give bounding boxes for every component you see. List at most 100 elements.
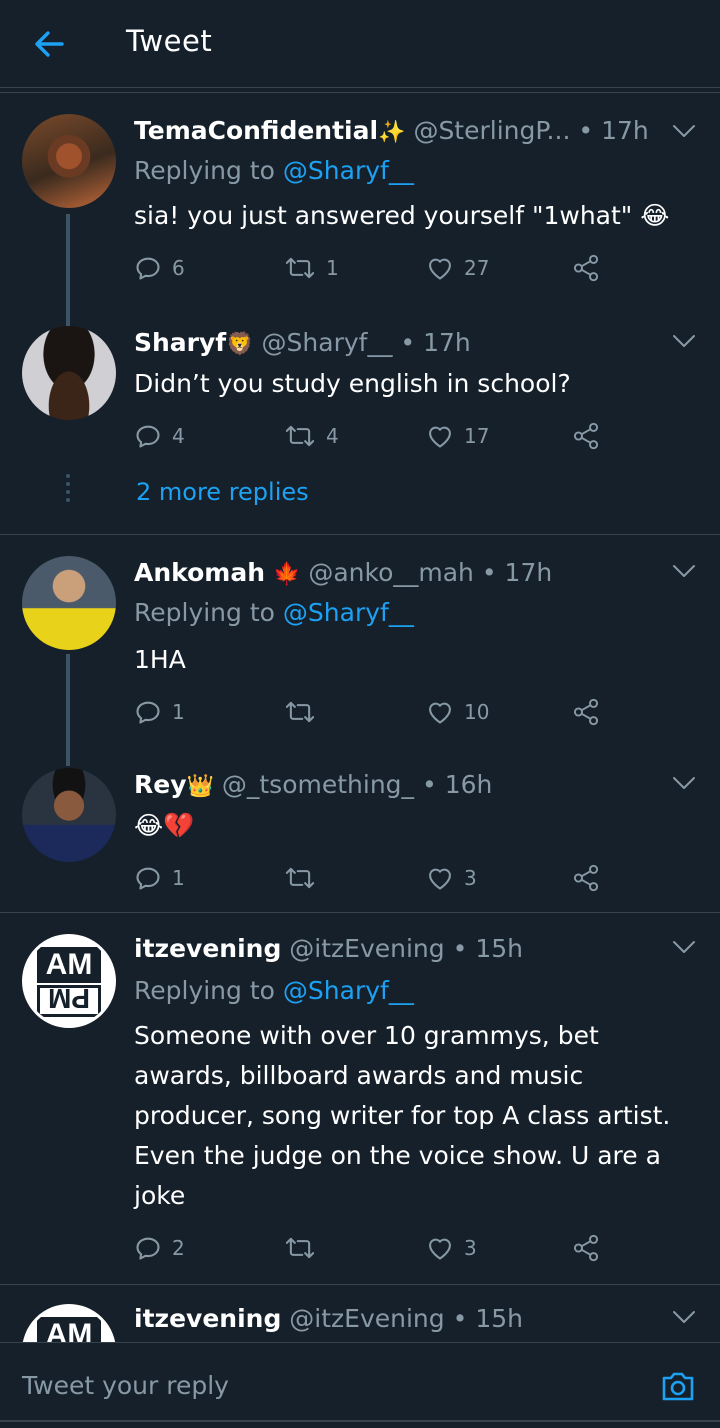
timestamp: 16h [444, 770, 493, 799]
avatar[interactable] [22, 556, 116, 650]
avatar[interactable]: AM [22, 1304, 116, 1342]
name-emoji: 🦁 [226, 332, 254, 357]
share-button[interactable] [572, 254, 600, 282]
like-button[interactable]: 27 [426, 254, 489, 282]
like-count: 3 [464, 866, 477, 890]
tweet-text: Someone with over 10 grammys, bet awards… [134, 1021, 671, 1210]
more-replies-link[interactable]: 2 more replies [136, 478, 309, 506]
chevron-down-icon[interactable] [672, 124, 696, 138]
chevron-down-icon[interactable] [672, 564, 696, 578]
like-button[interactable]: 10 [426, 698, 489, 726]
reply-icon [134, 698, 162, 726]
replying-prefix: Replying to [134, 598, 275, 627]
like-icon [426, 698, 454, 726]
user-handle[interactable]: @itzEvening [289, 934, 444, 963]
reply-button[interactable]: 6 [134, 254, 185, 282]
tweet-actions: 2 3 [134, 1234, 614, 1264]
user-handle[interactable]: @SterlingP... [413, 116, 570, 145]
share-button[interactable] [572, 1234, 600, 1262]
name-emoji: ✨ [378, 120, 406, 145]
chevron-down-icon[interactable] [672, 940, 696, 954]
avatar[interactable] [22, 768, 116, 862]
like-icon [426, 1234, 454, 1262]
timestamp: 15h [475, 934, 523, 963]
retweet-button[interactable] [284, 864, 326, 892]
like-button[interactable]: 17 [426, 422, 489, 450]
tweet-actions: 4 4 17 [134, 422, 614, 452]
tweet-header: Ankomah 🍁 @anko__mah • 17h [134, 558, 660, 587]
thread-line [66, 654, 70, 766]
retweet-button[interactable]: 1 [284, 254, 339, 282]
share-icon [572, 698, 600, 726]
chevron-down-icon[interactable] [672, 776, 696, 790]
camera-icon[interactable] [660, 1369, 696, 1403]
avatar[interactable]: AM PM [22, 934, 116, 1028]
user-handle[interactable]: @_tsomething_ [222, 770, 414, 799]
retweet-count: 1 [326, 256, 339, 280]
avatar[interactable] [22, 114, 116, 208]
reply-button[interactable]: 2 [134, 1234, 185, 1262]
name-emoji: 👑 [186, 774, 214, 799]
separator-dot: • [422, 770, 437, 799]
reply-icon [134, 422, 162, 450]
replying-to-link[interactable]: @Sharyf__ [283, 156, 414, 185]
tweet-item[interactable]: Sharyf🦁 @Sharyf__ • 17h Didn’t you study… [0, 316, 720, 466]
arrow-left-icon[interactable] [30, 24, 70, 64]
tweet-text: 1HA [134, 645, 186, 674]
retweet-button[interactable] [284, 1234, 326, 1262]
separator-dot: • [481, 558, 497, 587]
reply-button[interactable]: 1 [134, 698, 185, 726]
like-icon [426, 864, 454, 892]
reply-button[interactable]: 1 [134, 864, 185, 892]
retweet-icon [284, 1234, 316, 1262]
retweet-button[interactable] [284, 698, 326, 726]
tweet-text: 😂💔 [134, 811, 195, 840]
replying-prefix: Replying to [134, 156, 275, 185]
display-name[interactable]: Sharyf [134, 328, 226, 357]
display-name[interactable]: itzevening [134, 1304, 281, 1333]
replying-to-link[interactable]: @Sharyf__ [283, 976, 414, 1005]
tweet-item[interactable]: AM PM itzevening @itzEvening • 15h Reply… [0, 914, 720, 1282]
like-button[interactable]: 3 [426, 864, 477, 892]
avatar-logo-top: AM [37, 1317, 101, 1342]
divider [0, 534, 720, 535]
chevron-down-icon[interactable] [672, 334, 696, 348]
retweet-button[interactable]: 4 [284, 422, 339, 450]
display-name[interactable]: itzevening [134, 934, 281, 963]
display-name[interactable]: Ankomah [134, 558, 265, 587]
share-button[interactable] [572, 698, 600, 726]
tweet-item[interactable]: Ankomah 🍁 @anko__mah • 17h Replying to @… [0, 536, 720, 766]
display-name[interactable]: TemaConfidential [134, 116, 378, 145]
retweet-icon [284, 698, 316, 726]
reply-count: 2 [172, 1236, 185, 1260]
avatar-logo-bottom: PM [37, 983, 101, 1017]
divider [0, 1420, 720, 1422]
tweet-actions: 6 1 27 [134, 254, 614, 284]
replying-prefix: Replying to [134, 976, 275, 1005]
user-handle[interactable]: @itzEvening [289, 1304, 444, 1333]
tweet-item[interactable]: AM itzevening @itzEvening • 15h [0, 1286, 720, 1342]
reply-input[interactable]: Tweet your reply [22, 1371, 229, 1400]
share-button[interactable] [572, 864, 600, 892]
display-name[interactable]: Rey [134, 770, 187, 799]
reply-count: 6 [172, 256, 185, 280]
reply-composer[interactable]: Tweet your reply [0, 1342, 720, 1428]
share-icon [572, 422, 600, 450]
reply-button[interactable]: 4 [134, 422, 185, 450]
tweet-item[interactable]: TemaConfidential✨ @SterlingP... • 17h Re… [0, 96, 720, 334]
like-button[interactable]: 3 [426, 1234, 477, 1262]
tweet-header: Rey👑 @_tsomething_ • 16h [134, 770, 660, 799]
replying-to-link[interactable]: @Sharyf__ [283, 598, 414, 627]
retweet-icon [284, 254, 316, 282]
separator-dot: • [578, 116, 594, 145]
avatar[interactable] [22, 326, 116, 420]
chevron-down-icon[interactable] [672, 1310, 696, 1324]
tweet-text: sia! you just answered yourself "1what" … [134, 201, 670, 230]
replying-to: Replying to @Sharyf__ [134, 156, 414, 185]
user-handle[interactable]: @anko__mah [308, 558, 474, 587]
tweet-item[interactable]: Rey👑 @_tsomething_ • 16h 😂💔 1 3 [0, 756, 720, 912]
share-button[interactable] [572, 422, 600, 450]
user-handle[interactable]: @Sharyf__ [262, 328, 393, 357]
separator-dot: • [452, 1304, 468, 1333]
retweet-icon [284, 422, 316, 450]
